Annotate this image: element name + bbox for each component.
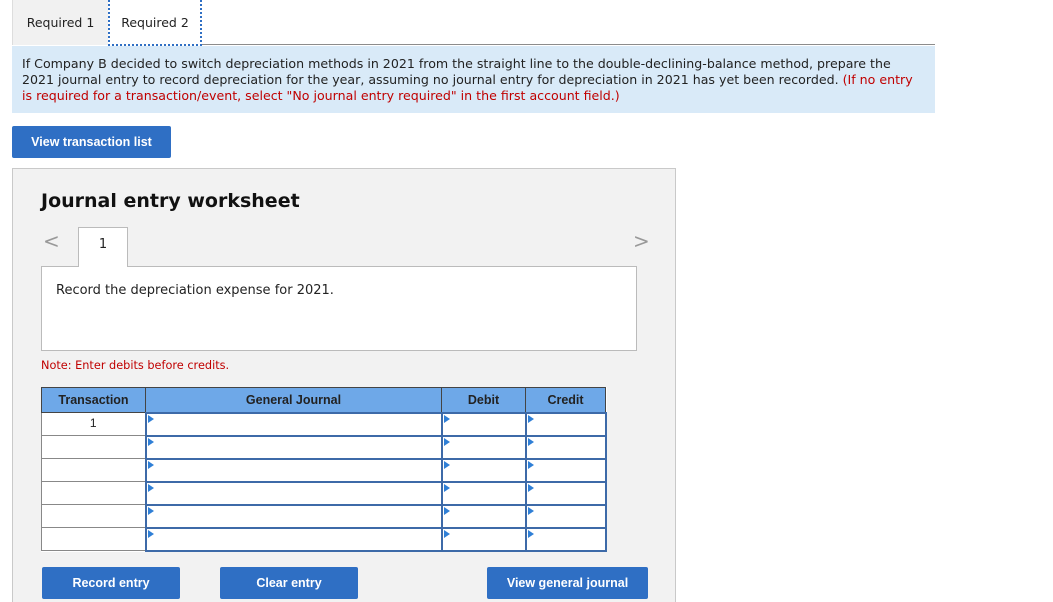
view-transaction-list-button[interactable]: View transaction list <box>12 126 171 158</box>
dropdown-arrow-icon <box>147 529 154 538</box>
input-arrow-icon <box>443 483 450 492</box>
input-arrow-icon <box>527 483 534 492</box>
journal-entry-worksheet: Journal entry worksheet < 1 > Record the… <box>12 168 676 602</box>
credit-input[interactable] <box>524 457 607 483</box>
account-input[interactable] <box>144 526 443 552</box>
input-arrow-icon <box>527 506 534 515</box>
journal-table-header: Transaction General Journal Debit Credit <box>41 387 606 413</box>
dropdown-arrow-icon <box>147 460 154 469</box>
table-row <box>41 457 607 483</box>
journal-table: Transaction General Journal Debit Credit… <box>41 387 607 552</box>
clear-entry-button[interactable]: Clear entry <box>220 567 358 599</box>
credit-input[interactable] <box>524 434 607 460</box>
table-row <box>41 526 607 552</box>
worksheet-page-tab[interactable]: 1 <box>78 227 128 267</box>
debit-input[interactable] <box>440 480 527 506</box>
input-arrow-icon <box>443 437 450 446</box>
transaction-cell: 1 <box>41 412 146 436</box>
debit-input[interactable] <box>440 457 527 483</box>
entry-description: Record the depreciation expense for 2021… <box>41 266 637 351</box>
header-general-journal: General Journal <box>145 387 442 413</box>
transaction-cell <box>41 435 146 459</box>
table-row <box>41 503 607 529</box>
credit-input[interactable] <box>524 503 607 529</box>
input-arrow-icon <box>527 529 534 538</box>
debit-input[interactable] <box>440 434 527 460</box>
table-row <box>41 480 607 506</box>
input-arrow-icon <box>443 529 450 538</box>
account-input[interactable] <box>144 480 443 506</box>
input-arrow-icon <box>443 460 450 469</box>
input-arrow-icon <box>443 414 450 423</box>
debit-input[interactable] <box>440 526 527 552</box>
account-input[interactable] <box>144 503 443 529</box>
transaction-cell <box>41 481 146 505</box>
debit-input[interactable] <box>440 411 527 437</box>
credit-input[interactable] <box>524 526 607 552</box>
debits-credits-note: Note: Enter debits before credits. <box>41 359 230 372</box>
credit-input[interactable] <box>524 480 607 506</box>
chevron-right-icon[interactable]: > <box>633 229 650 253</box>
transaction-cell <box>41 527 146 551</box>
header-debit: Debit <box>441 387 526 413</box>
dropdown-arrow-icon <box>147 437 154 446</box>
instruction-panel: If Company B decided to switch depreciat… <box>12 46 935 113</box>
input-arrow-icon <box>527 437 534 446</box>
input-arrow-icon <box>443 506 450 515</box>
debit-input[interactable] <box>440 503 527 529</box>
account-input[interactable] <box>144 434 443 460</box>
instruction-text: If Company B decided to switch depreciat… <box>22 56 891 87</box>
table-row <box>41 434 607 460</box>
input-arrow-icon <box>527 460 534 469</box>
transaction-cell <box>41 504 146 528</box>
header-credit: Credit <box>525 387 606 413</box>
input-arrow-icon <box>527 414 534 423</box>
entry-description-text: Record the depreciation expense for 2021… <box>56 283 334 298</box>
view-general-journal-button[interactable]: View general journal <box>487 567 648 599</box>
chevron-left-icon[interactable]: < <box>43 229 60 253</box>
account-input[interactable] <box>144 411 443 437</box>
account-input[interactable] <box>144 457 443 483</box>
dropdown-arrow-icon <box>147 506 154 515</box>
transaction-cell <box>41 458 146 482</box>
tab-required-1[interactable]: Required 1 <box>12 0 108 45</box>
dropdown-arrow-icon <box>147 483 154 492</box>
record-entry-button[interactable]: Record entry <box>42 567 180 599</box>
credit-input[interactable] <box>524 411 607 437</box>
tab-bar: Required 1 Required 2 <box>12 0 935 46</box>
worksheet-title: Journal entry worksheet <box>41 190 300 212</box>
header-transaction: Transaction <box>41 387 146 413</box>
tab-required-2[interactable]: Required 2 <box>108 0 202 46</box>
table-row: 1 <box>41 411 607 437</box>
dropdown-arrow-icon <box>147 414 154 423</box>
